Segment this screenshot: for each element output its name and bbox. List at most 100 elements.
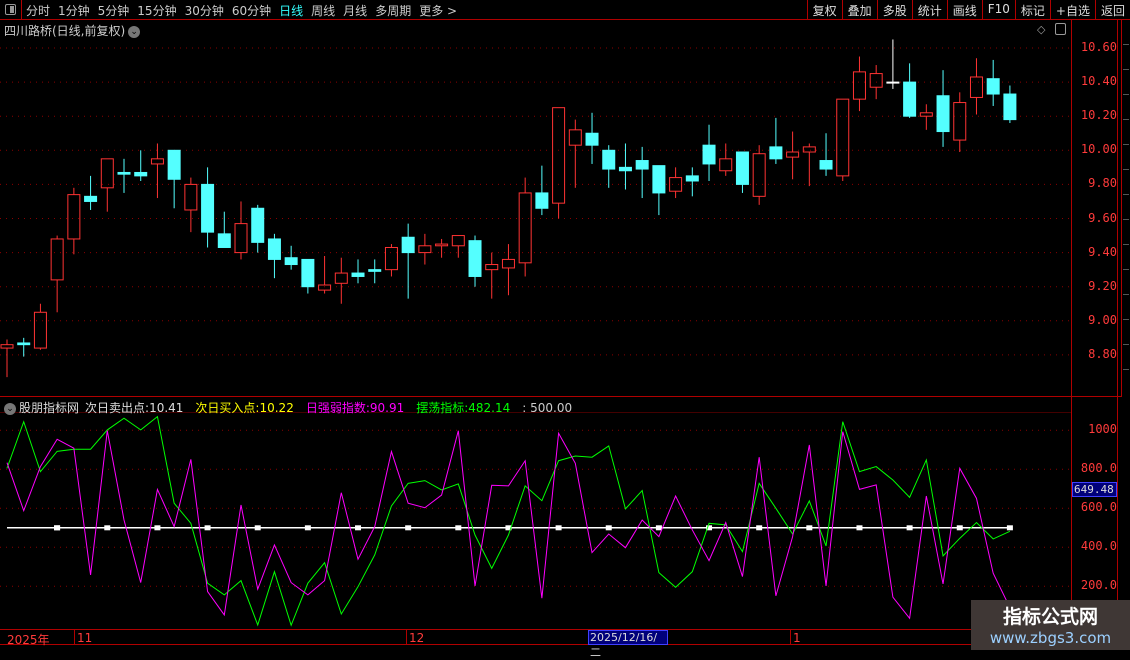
candle-body-up — [50, 238, 64, 281]
candle-body-down — [134, 171, 148, 177]
candle-body-up — [802, 146, 816, 153]
candle-body-up — [786, 151, 800, 158]
candle-body-up — [67, 194, 81, 240]
price-tick-label: 9.00 — [1088, 312, 1117, 327]
candle-body-down — [351, 272, 365, 277]
candle-body-up — [150, 158, 164, 165]
candle-body-up — [334, 272, 348, 284]
candle-body-down — [535, 192, 549, 209]
price-tick-label: 8.80 — [1088, 346, 1117, 361]
candle-body-up — [568, 129, 582, 146]
candle-body-up — [869, 73, 883, 88]
reference-marker — [856, 525, 863, 531]
selected-date-label: 2025/12/16/二 — [588, 630, 668, 659]
price-tick-label: 9.40 — [1088, 244, 1117, 259]
candle-body-up — [719, 158, 733, 172]
candle-body-up — [100, 158, 114, 189]
candle-body-up — [418, 245, 432, 254]
price-tick-label: 9.80 — [1088, 176, 1117, 191]
candle-body-up — [836, 98, 850, 177]
month-label: 11 — [77, 631, 93, 645]
candle-body-up — [234, 223, 248, 254]
reference-marker — [756, 525, 763, 531]
price-tick-label: 9.20 — [1088, 278, 1117, 293]
candle-body-up — [518, 192, 532, 264]
price-tick-label: 10.20 — [1080, 108, 1117, 123]
candle-body-down — [301, 258, 315, 288]
candle-body-up — [752, 153, 766, 197]
candle-body-down — [702, 144, 716, 165]
candle-body-down — [267, 238, 281, 260]
reference-marker — [906, 525, 913, 531]
candle-body-up — [485, 264, 499, 271]
side-info-strip[interactable] — [1121, 20, 1130, 397]
candle-body-up — [0, 344, 14, 349]
swing-index-line — [6, 415, 1011, 627]
candle-body-down — [585, 132, 599, 146]
candle-body-down — [936, 95, 950, 133]
reference-marker — [154, 525, 161, 531]
candle-body-up — [501, 258, 515, 269]
candle-body-down — [635, 160, 649, 170]
candle-body-down — [735, 151, 749, 185]
candle-body-down — [167, 149, 181, 180]
watermark-logo: 指标公式网 www.zbgs3.com — [971, 600, 1130, 650]
candle-body-down — [819, 160, 833, 170]
axis-divider — [1117, 20, 1118, 629]
candle-body-flat — [886, 81, 900, 84]
watermark-url: www.zbgs3.com — [989, 629, 1112, 647]
candle-body-down — [618, 166, 632, 172]
candle-body-up — [184, 183, 198, 211]
reference-marker — [254, 525, 261, 531]
crosshair-value-label: 649.48 — [1072, 482, 1117, 497]
candle-body-up — [953, 102, 967, 141]
reference-marker — [405, 525, 412, 531]
candle-body-up — [852, 71, 866, 100]
price-tick-label: 9.60 — [1088, 210, 1117, 225]
candle-body-up — [384, 246, 398, 271]
price-tick-label: 10.40 — [1080, 74, 1117, 89]
indicator-tick-label: 800.0 — [1080, 461, 1117, 476]
reference-marker — [54, 525, 60, 531]
candle-body-down — [201, 183, 215, 233]
candle-body-down — [652, 165, 666, 194]
candle-body-up — [33, 311, 47, 349]
candle-body-down — [903, 81, 917, 117]
candle-body-up — [919, 112, 933, 117]
candle-body-up — [669, 177, 683, 192]
candle-body-down — [368, 269, 382, 272]
reference-marker — [1006, 525, 1013, 531]
candle-body-down — [685, 175, 699, 182]
candle-body-down — [17, 342, 31, 346]
candle-body-down — [401, 236, 415, 254]
reference-marker — [355, 525, 362, 531]
candle-body-down — [602, 149, 616, 170]
reference-marker — [455, 525, 462, 531]
chart-canvas[interactable] — [0, 0, 1071, 629]
candle-body-down — [284, 257, 298, 266]
candle-body-up — [451, 235, 465, 247]
reference-marker — [806, 525, 813, 531]
candle-body-down — [117, 171, 131, 175]
indicator-tick-label: 400.0 — [1080, 539, 1117, 554]
reference-marker — [304, 525, 311, 531]
candle-body-down — [1003, 93, 1017, 121]
strength-index-line — [6, 430, 1011, 620]
candle-body-down — [84, 195, 98, 202]
watermark-title: 指标公式网 — [1002, 606, 1098, 628]
year-label: 2025年 — [7, 633, 50, 647]
candle-body-down — [986, 78, 1000, 95]
reference-marker — [204, 525, 211, 531]
candle-body-up — [318, 284, 332, 291]
candle-body-up — [969, 76, 983, 98]
reference-marker — [956, 525, 963, 531]
reference-marker — [655, 525, 662, 531]
candle-body-down — [769, 146, 783, 160]
candle-body-down — [217, 233, 231, 248]
month-label: 1 — [793, 631, 801, 645]
reference-marker — [555, 525, 562, 531]
candle-body-up — [552, 107, 566, 204]
indicator-tick-label: 600.0 — [1080, 500, 1117, 515]
tool-button[interactable]: 返回 — [1094, 0, 1130, 20]
candle-body-down — [468, 240, 482, 277]
